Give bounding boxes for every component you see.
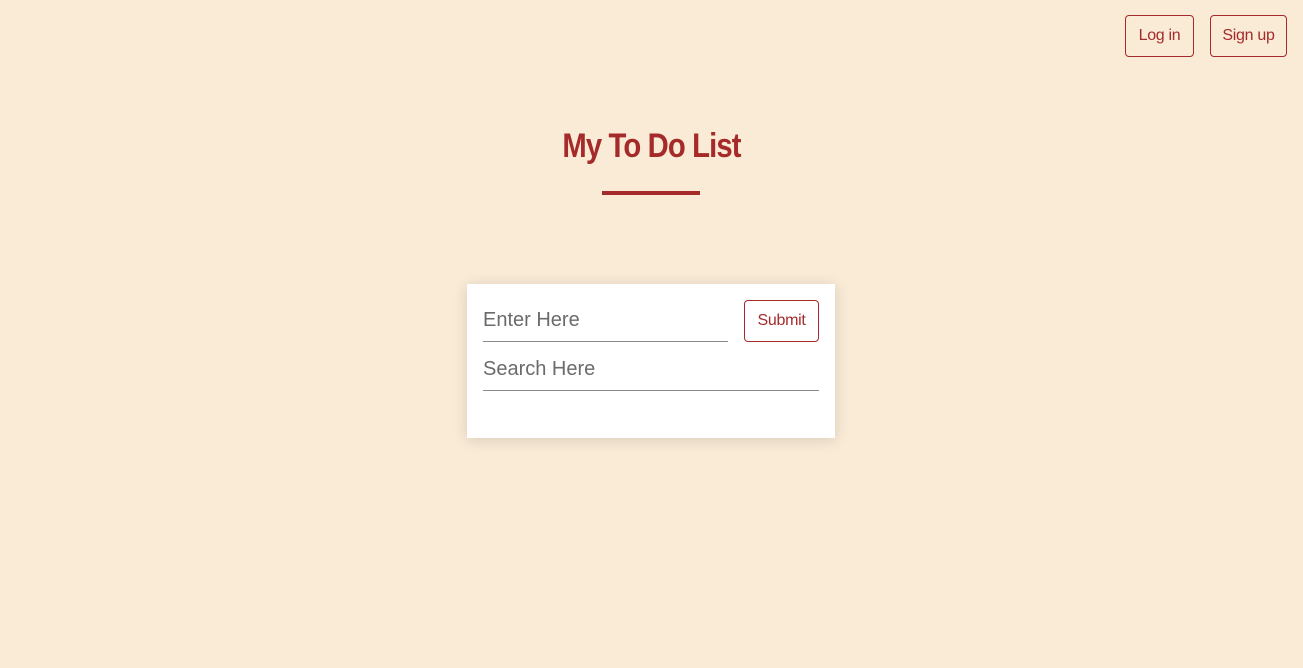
search-input[interactable] [483,349,819,391]
todo-card: Submit [467,284,835,438]
title-underline [602,191,700,195]
enter-input[interactable] [483,300,728,342]
login-button[interactable]: Log in [1125,15,1194,57]
signup-button[interactable]: Sign up [1210,15,1287,57]
page-title: My To Do List [562,127,741,165]
submit-button[interactable]: Submit [744,300,819,342]
